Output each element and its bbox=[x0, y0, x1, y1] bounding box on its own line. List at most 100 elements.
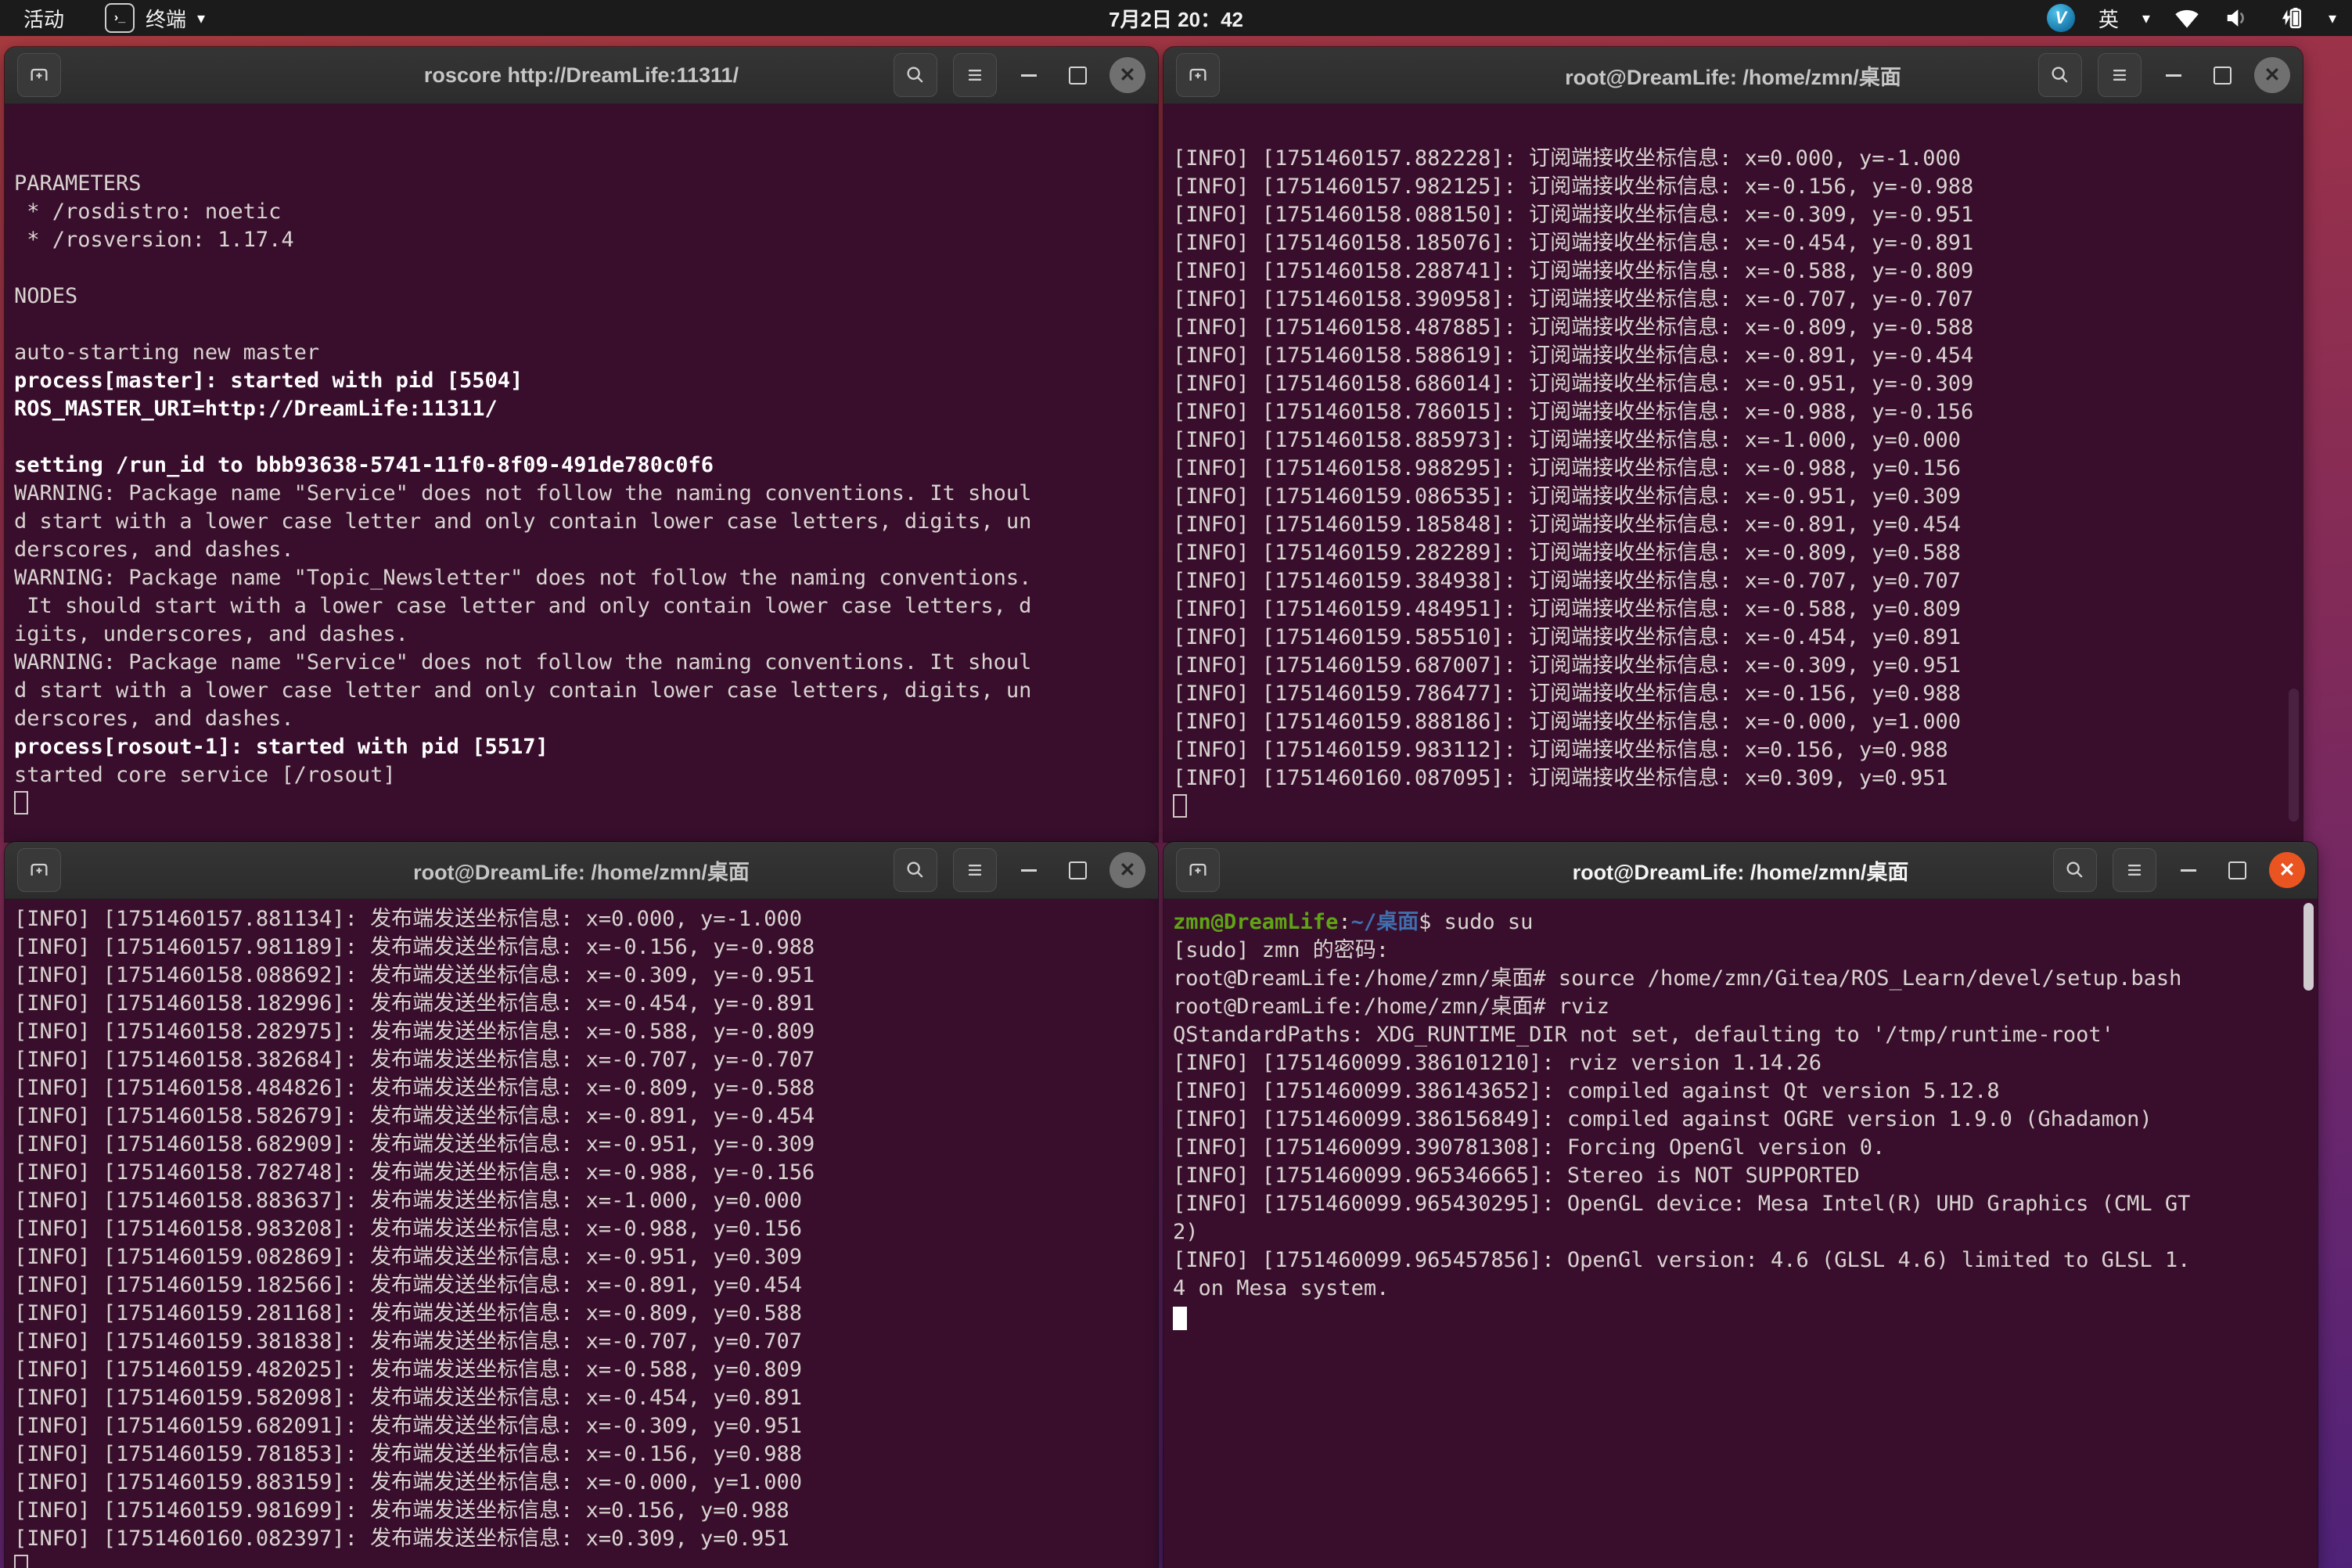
search-button[interactable] bbox=[894, 848, 937, 892]
terminal-line: * /rosversion: 1.17.4 bbox=[14, 226, 1149, 254]
maximize-button[interactable] bbox=[1061, 854, 1094, 886]
terminal-line: [INFO] [1751460160.082397]: 发布端发送坐标信息: x… bbox=[14, 1525, 1149, 1553]
terminal-line: [INFO] [1751460157.881134]: 发布端发送坐标信息: x… bbox=[14, 905, 1149, 933]
battery-charging-icon bbox=[2274, 5, 2305, 31]
terminal-line: NODES bbox=[14, 282, 1149, 311]
terminal-line: [INFO] [1751460158.088692]: 发布端发送坐标信息: x… bbox=[14, 962, 1149, 990]
close-button[interactable] bbox=[2269, 852, 2305, 888]
top-bar: 活动 终端 7月2日 20：42 英 bbox=[0, 0, 2352, 36]
window-title: roscore http://DreamLife:11311/ bbox=[424, 63, 739, 88]
close-button[interactable] bbox=[1109, 57, 1145, 93]
maximize-button[interactable] bbox=[1061, 59, 1094, 92]
new-tab-button[interactable] bbox=[1176, 848, 1220, 892]
terminal-line: [INFO] [1751460158.390958]: 订阅端接收坐标信息: x… bbox=[1173, 286, 2293, 314]
terminal-line: [INFO] [1751460158.282975]: 发布端发送坐标信息: x… bbox=[14, 1018, 1149, 1046]
terminal-output[interactable]: [INFO] [1751460157.881134]: 发布端发送坐标信息: x… bbox=[5, 899, 1158, 1568]
terminal-line: started core service [/rosout] bbox=[14, 761, 1149, 789]
minimize-button[interactable] bbox=[1012, 59, 1045, 92]
maximize-icon bbox=[1069, 67, 1087, 85]
terminal-line: [INFO] [1751460159.682091]: 发布端发送坐标信息: x… bbox=[14, 1412, 1149, 1440]
terminal-line: [INFO] [1751460159.281168]: 发布端发送坐标信息: x… bbox=[14, 1300, 1149, 1328]
titlebar[interactable]: root@DreamLife: /home/zmn/桌面 bbox=[1163, 842, 2318, 899]
new-tab-button[interactable] bbox=[17, 53, 61, 97]
terminal-line: root@DreamLife:/home/zmn/桌面# rviz bbox=[1173, 993, 2308, 1021]
menu-button[interactable] bbox=[2113, 848, 2156, 892]
terminal-line bbox=[14, 423, 1149, 451]
minimize-button[interactable] bbox=[2157, 59, 2190, 92]
scrollbar-thumb[interactable] bbox=[2289, 689, 2299, 822]
minimize-icon bbox=[1021, 869, 1037, 872]
terminal-line: [INFO] [1751460159.786477]: 订阅端接收坐标信息: x… bbox=[1173, 680, 2293, 708]
search-button[interactable] bbox=[2038, 53, 2082, 97]
terminal-line: d start with a lower case letter and onl… bbox=[14, 508, 1149, 536]
activities-button[interactable]: 活动 bbox=[23, 4, 64, 33]
volume-icon bbox=[2224, 6, 2250, 30]
terminal-line bbox=[14, 254, 1149, 282]
menu-button[interactable] bbox=[953, 53, 997, 97]
menu-button[interactable] bbox=[953, 848, 997, 892]
wifi-icon bbox=[2174, 7, 2200, 29]
terminal-line: [sudo] zmn 的密码: bbox=[1173, 937, 2308, 965]
close-button[interactable] bbox=[1109, 852, 1145, 888]
scrollbar-thumb[interactable] bbox=[2303, 903, 2314, 991]
terminal-line: WARNING: Package name "Service" does not… bbox=[14, 649, 1149, 677]
terminal-line: [INFO] [1751460158.288741]: 订阅端接收坐标信息: x… bbox=[1173, 257, 2293, 286]
minimize-icon bbox=[2166, 74, 2181, 77]
terminal-output[interactable]: [INFO] [1751460157.882228]: 订阅端接收坐标信息: x… bbox=[1163, 104, 2303, 842]
v-app-indicator-icon[interactable] bbox=[2047, 4, 2075, 32]
maximize-button[interactable] bbox=[2206, 59, 2239, 92]
terminal-line: [INFO] [1751460158.883637]: 发布端发送坐标信息: x… bbox=[14, 1187, 1149, 1215]
terminal-line: process[master]: started with pid [5504] bbox=[14, 367, 1149, 395]
minimize-icon bbox=[1021, 74, 1037, 77]
terminal-line: [INFO] [1751460159.384938]: 订阅端接收坐标信息: x… bbox=[1173, 567, 2293, 595]
terminal-line: [INFO] [1751460158.988295]: 订阅端接收坐标信息: x… bbox=[1173, 455, 2293, 483]
terminal-line: [INFO] [1751460158.786015]: 订阅端接收坐标信息: x… bbox=[1173, 398, 2293, 426]
terminal-line: root@DreamLife:/home/zmn/桌面# source /hom… bbox=[1173, 965, 2308, 993]
terminal-line: 2) bbox=[1173, 1218, 2308, 1246]
clock[interactable]: 7月2日 20：42 bbox=[1109, 4, 1243, 33]
terminal-line: [INFO] [1751460159.182566]: 发布端发送坐标信息: x… bbox=[14, 1271, 1149, 1300]
terminal-line: [INFO] [1751460158.182996]: 发布端发送坐标信息: x… bbox=[14, 990, 1149, 1018]
terminal-output[interactable]: zmn@DreamLife:~/桌面$ sudo su[sudo] zmn 的密… bbox=[1163, 899, 2318, 1568]
window-publisher: root@DreamLife: /home/zmn/桌面 [INFO] [175… bbox=[5, 842, 1158, 1568]
titlebar[interactable]: root@DreamLife: /home/zmn/桌面 bbox=[5, 842, 1158, 899]
maximize-button[interactable] bbox=[2221, 854, 2253, 886]
system-tray[interactable]: 英 bbox=[2047, 4, 2352, 33]
close-button[interactable] bbox=[2254, 57, 2290, 93]
terminal-line: [INFO] [1751460159.582098]: 发布端发送坐标信息: x… bbox=[14, 1384, 1149, 1412]
maximize-icon bbox=[2228, 861, 2246, 879]
search-button[interactable] bbox=[2053, 848, 2097, 892]
focused-app-name: 终端 bbox=[146, 4, 186, 33]
focused-app-menu[interactable]: 终端 bbox=[105, 3, 205, 33]
titlebar[interactable]: roscore http://DreamLife:11311/ bbox=[5, 47, 1158, 104]
terminal-line: ROS_MASTER_URI=http://DreamLife:11311/ bbox=[14, 395, 1149, 423]
terminal-line bbox=[14, 789, 1149, 818]
terminal-line: [INFO] [1751460099.386143652]: compiled … bbox=[1173, 1077, 2308, 1106]
terminal-line: [INFO] [1751460157.981189]: 发布端发送坐标信息: x… bbox=[14, 933, 1149, 962]
terminal-line: [INFO] [1751460157.882228]: 订阅端接收坐标信息: x… bbox=[1173, 145, 2293, 173]
terminal-line: QStandardPaths: XDG_RUNTIME_DIR not set,… bbox=[1173, 1021, 2308, 1049]
terminal-line bbox=[14, 311, 1149, 339]
terminal-line: [INFO] [1751460159.086535]: 订阅端接收坐标信息: x… bbox=[1173, 483, 2293, 511]
terminal-line: igits, underscores, and dashes. bbox=[14, 620, 1149, 649]
minimize-button[interactable] bbox=[2172, 854, 2205, 886]
menu-button[interactable] bbox=[2098, 53, 2142, 97]
terminal-output[interactable]: PARAMETERS * /rosdistro: noetic * /rosve… bbox=[5, 104, 1158, 842]
input-method-indicator[interactable]: 英 bbox=[2098, 4, 2119, 33]
terminal-line: setting /run_id to bbb93638-5741-11f0-8f… bbox=[14, 451, 1149, 480]
titlebar[interactable]: root@DreamLife: /home/zmn/桌面 bbox=[1163, 47, 2303, 104]
search-button[interactable] bbox=[894, 53, 937, 97]
terminal-line: [INFO] [1751460159.981699]: 发布端发送坐标信息: x… bbox=[14, 1497, 1149, 1525]
minimize-button[interactable] bbox=[1012, 854, 1045, 886]
terminal-line: [INFO] [1751460159.082869]: 发布端发送坐标信息: x… bbox=[14, 1243, 1149, 1271]
terminal-line: [INFO] [1751460099.965430295]: OpenGL de… bbox=[1173, 1190, 2308, 1218]
terminal-line: [INFO] [1751460158.588619]: 订阅端接收坐标信息: x… bbox=[1173, 342, 2293, 370]
terminal-line: [INFO] [1751460099.390781308]: Forcing O… bbox=[1173, 1134, 2308, 1162]
terminal-line: [INFO] [1751460157.982125]: 订阅端接收坐标信息: x… bbox=[1173, 173, 2293, 201]
new-tab-button[interactable] bbox=[1176, 53, 1220, 97]
window-title: root@DreamLife: /home/zmn/桌面 bbox=[1573, 855, 1909, 886]
chevron-down-icon[interactable] bbox=[2329, 9, 2336, 28]
terminal-line bbox=[14, 1553, 1149, 1568]
new-tab-button[interactable] bbox=[17, 848, 61, 892]
terminal-line: [INFO] [1751460158.682909]: 发布端发送坐标信息: x… bbox=[14, 1131, 1149, 1159]
